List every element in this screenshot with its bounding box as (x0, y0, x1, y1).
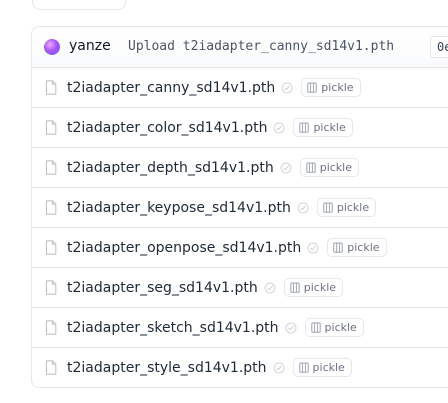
file-row[interactable]: t2iadapter_depth_sd14v1.pth pickle (32, 148, 448, 188)
file-row[interactable]: t2iadapter_keypose_sd14v1.pth pickle (32, 188, 448, 228)
file-icon (45, 280, 57, 295)
file-row[interactable]: t2iadapter_canny_sd14v1.pth pickle (32, 68, 448, 108)
pickle-badge-label: pickle (321, 81, 354, 94)
file-main: t2iadapter_style_sd14v1.pth pickle (67, 348, 352, 387)
file-icon (45, 200, 57, 215)
pickle-badge[interactable]: pickle (283, 278, 344, 297)
pickle-badge[interactable]: pickle (293, 118, 353, 137)
pickle-badge[interactable]: pickle (299, 158, 359, 177)
shield-check-icon[interactable] (280, 162, 292, 174)
file-row[interactable]: t2iadapter_sketch_sd14v1.pth pickle (32, 308, 448, 348)
file-main: t2iadapter_depth_sd14v1.pth pickle (67, 148, 359, 187)
pickle-badge-label: pickle (303, 281, 337, 294)
commit-hash[interactable]: 0e (430, 36, 448, 58)
file-name-link[interactable]: t2iadapter_seg_sd14v1.pth (67, 280, 258, 296)
shield-check-icon[interactable] (307, 242, 319, 254)
shield-check-icon[interactable] (297, 202, 309, 214)
pickle-jar-icon (307, 82, 317, 93)
file-name-link[interactable]: t2iadapter_style_sd14v1.pth (67, 360, 267, 376)
pickle-badge[interactable]: pickle (316, 198, 377, 217)
file-table: yanze Upload t2iadapter_canny_sd14v1.pth… (31, 26, 448, 388)
file-icon (45, 240, 57, 255)
pickle-jar-icon (298, 362, 309, 373)
pickle-badge-label: pickle (324, 321, 357, 334)
file-main: t2iadapter_color_sd14v1.pth pickle (67, 108, 353, 147)
file-icon (45, 80, 57, 95)
repo-files-view: yanze Upload t2iadapter_canny_sd14v1.pth… (0, 0, 448, 403)
last-commit-bar: yanze Upload t2iadapter_canny_sd14v1.pth… (32, 27, 448, 68)
shield-check-icon[interactable] (281, 82, 293, 94)
file-name-link[interactable]: t2iadapter_openpose_sd14v1.pth (67, 240, 301, 256)
file-main: t2iadapter_sketch_sd14v1.pth pickle (67, 308, 364, 347)
pickle-jar-icon (299, 122, 310, 133)
shield-check-icon[interactable] (285, 322, 297, 334)
pickle-jar-icon (333, 242, 343, 253)
file-name-link[interactable]: t2iadapter_keypose_sd14v1.pth (67, 200, 291, 216)
pickle-badge[interactable]: pickle (304, 318, 364, 337)
file-name-link[interactable]: t2iadapter_sketch_sd14v1.pth (67, 320, 279, 336)
file-name-link[interactable]: t2iadapter_canny_sd14v1.pth (67, 80, 275, 96)
shield-check-icon[interactable] (264, 282, 276, 294)
file-main: t2iadapter_keypose_sd14v1.pth pickle (67, 188, 377, 227)
file-main: t2iadapter_openpose_sd14v1.pth pickle (67, 228, 387, 267)
pickle-jar-icon (290, 282, 300, 293)
pickle-jar-icon (306, 162, 316, 173)
pickle-jar-icon (310, 322, 321, 333)
file-list: t2iadapter_canny_sd14v1.pth pickle t2iad… (32, 68, 448, 387)
pickle-badge-label: pickle (312, 361, 345, 374)
pickle-badge[interactable]: pickle (327, 238, 387, 257)
file-name-link[interactable]: t2iadapter_color_sd14v1.pth (67, 120, 267, 136)
branch-selector-edge[interactable] (32, 0, 126, 10)
commit-author[interactable]: yanze (69, 38, 111, 54)
shield-check-icon[interactable] (273, 122, 285, 134)
file-row[interactable]: t2iadapter_color_sd14v1.pth pickle (32, 108, 448, 148)
file-icon (45, 160, 57, 175)
pickle-badge-label: pickle (319, 161, 352, 174)
pickle-badge-label: pickle (336, 201, 370, 214)
pickle-badge[interactable]: pickle (292, 358, 352, 377)
file-icon (45, 360, 57, 375)
file-main: t2iadapter_canny_sd14v1.pth pickle (67, 68, 361, 107)
pickle-badge[interactable]: pickle (301, 78, 361, 97)
file-row[interactable]: t2iadapter_seg_sd14v1.pth pickle (32, 268, 448, 308)
file-main: t2iadapter_seg_sd14v1.pth pickle (67, 268, 344, 307)
file-row[interactable]: t2iadapter_style_sd14v1.pth pickle (32, 348, 448, 387)
shield-check-icon[interactable] (273, 362, 285, 374)
pickle-badge-label: pickle (313, 121, 346, 134)
user-avatar[interactable] (44, 39, 60, 55)
pickle-badge-label: pickle (347, 241, 380, 254)
file-row[interactable]: t2iadapter_openpose_sd14v1.pth pickle (32, 228, 448, 268)
file-icon (45, 120, 57, 135)
pickle-jar-icon (323, 202, 333, 213)
commit-message[interactable]: Upload t2iadapter_canny_sd14v1.pth (128, 39, 394, 54)
file-name-link[interactable]: t2iadapter_depth_sd14v1.pth (67, 160, 274, 176)
file-icon (45, 320, 57, 335)
